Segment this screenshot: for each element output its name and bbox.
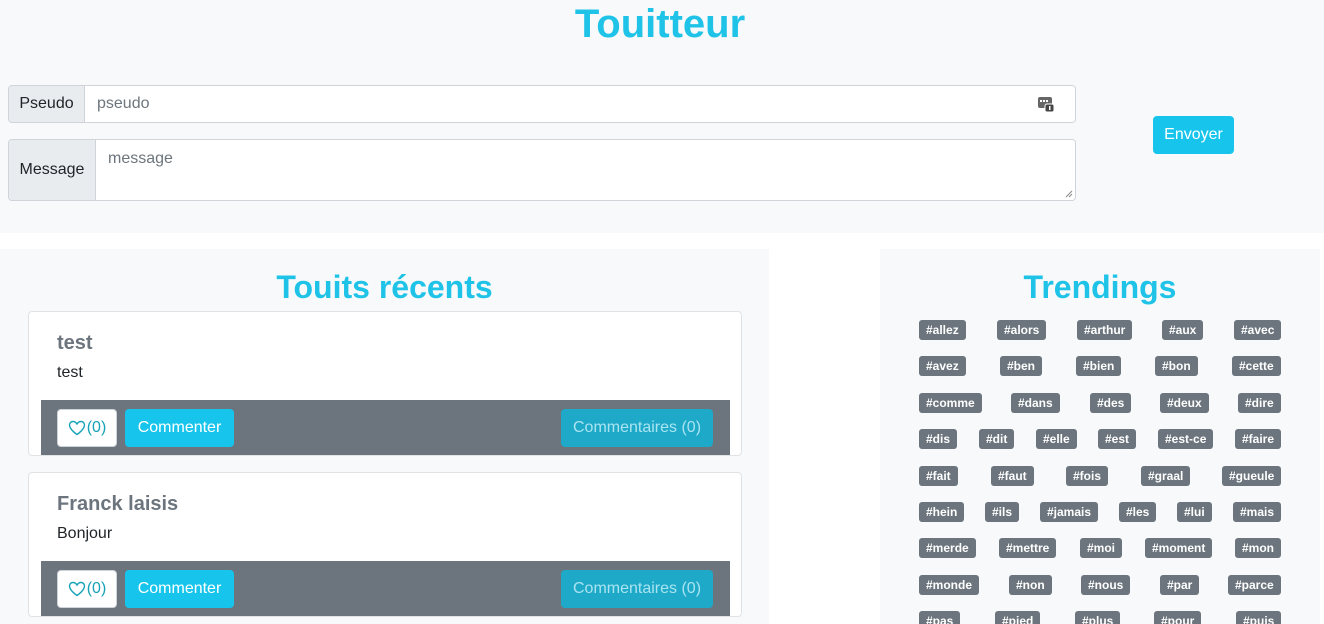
trending-tag[interactable]: #elle <box>1036 429 1077 449</box>
trending-tag[interactable]: #plus <box>1075 611 1121 624</box>
trending-tag[interactable]: #des <box>1090 393 1132 413</box>
trending-tag[interactable]: #comme <box>919 393 982 413</box>
trending-tag[interactable]: #lui <box>1177 502 1212 522</box>
touit-footer: (0) Commenter Commentaires (0) <box>41 400 730 455</box>
send-button[interactable]: Envoyer <box>1153 116 1234 154</box>
pseudo-input[interactable] <box>85 86 1075 122</box>
message-label: Message <box>9 140 96 200</box>
trending-tag[interactable]: #puis <box>1236 611 1282 624</box>
trending-tag[interactable]: #par <box>1160 575 1200 595</box>
comment-button[interactable]: Commenter <box>125 409 234 447</box>
trending-tag[interactable]: #est <box>1098 429 1137 449</box>
trending-tag[interactable]: #mettre <box>999 538 1057 558</box>
trending-tag[interactable]: #ben <box>1000 356 1043 376</box>
trending-tag[interactable]: #mais <box>1233 502 1282 522</box>
trending-tag[interactable]: #dit <box>979 429 1015 449</box>
pseudo-label: Pseudo <box>9 86 85 122</box>
trending-tag[interactable]: #nous <box>1081 575 1131 595</box>
app-title: Touitteur <box>574 2 746 46</box>
message-input-group: Message <box>8 139 1076 201</box>
trending-tag[interactable]: #dis <box>919 429 958 449</box>
trending-tag[interactable]: #merde <box>919 538 976 558</box>
touit-author: Franck laisis <box>57 493 179 515</box>
trending-tag[interactable]: #bien <box>1076 356 1122 376</box>
recent-touits-title: Touits récents <box>276 269 493 305</box>
trending-tag[interactable]: #moment <box>1145 538 1213 558</box>
trending-tag[interactable]: #ils <box>985 502 1020 522</box>
trending-tag[interactable]: #monde <box>919 575 980 595</box>
trending-tag[interactable]: #avec <box>1234 320 1282 340</box>
trending-tag[interactable]: #parce <box>1228 575 1281 595</box>
view-comments-button[interactable]: Commentaires (0) <box>561 570 713 608</box>
touit-message: test <box>57 364 83 381</box>
touit-card: Franck laisis Bonjour (0) Commenter Comm… <box>28 472 742 617</box>
like-count: (0) <box>86 580 107 597</box>
trending-tag[interactable]: #pour <box>1154 611 1202 624</box>
resize-handle-icon[interactable] <box>1065 190 1073 198</box>
trending-tag[interactable]: #est-ce <box>1158 429 1214 449</box>
trending-tag[interactable]: #dire <box>1238 393 1281 413</box>
trending-tag[interactable]: #jamais <box>1040 502 1099 522</box>
trending-tag[interactable]: #dans <box>1011 393 1060 413</box>
trending-tag[interactable]: #mon <box>1235 538 1282 558</box>
view-comments-button[interactable]: Commentaires (0) <box>561 409 713 447</box>
heart-icon <box>68 581 85 597</box>
trending-tag[interactable]: #cette <box>1232 356 1281 376</box>
trending-tag[interactable]: #fois <box>1066 466 1109 486</box>
trending-tag[interactable]: #pied <box>995 611 1041 624</box>
trending-tag[interactable]: #pas <box>919 611 961 624</box>
touit-author: test <box>57 332 93 354</box>
trending-tag[interactable]: #graal <box>1141 466 1191 486</box>
trending-tag[interactable]: #hein <box>919 502 965 522</box>
heart-icon <box>68 420 85 436</box>
message-textarea[interactable] <box>96 140 1075 200</box>
trendings-title: Trendings <box>1023 269 1177 305</box>
like-count: (0) <box>86 419 107 436</box>
trending-tag[interactable]: #aux <box>1162 320 1204 340</box>
trending-tag[interactable]: #bon <box>1155 356 1198 376</box>
touit-footer: (0) Commenter Commentaires (0) <box>41 561 730 616</box>
pseudo-input-group: Pseudo <box>8 85 1076 123</box>
trending-tag[interactable]: #deux <box>1160 393 1209 413</box>
touit-message: Bonjour <box>57 525 113 542</box>
trending-tag[interactable]: #non <box>1009 575 1052 595</box>
autofill-icon[interactable] <box>1037 95 1055 113</box>
trending-tag[interactable]: #alors <box>997 320 1047 340</box>
trending-tag[interactable]: #les <box>1119 502 1157 522</box>
trending-tag[interactable]: #moi <box>1080 538 1123 558</box>
like-button[interactable]: (0) <box>57 570 117 608</box>
trending-tag[interactable]: #arthur <box>1077 320 1133 340</box>
trending-tag[interactable]: #allez <box>919 320 966 340</box>
trending-tag[interactable]: #faire <box>1235 429 1282 449</box>
like-button[interactable]: (0) <box>57 409 117 447</box>
trending-tag[interactable]: #faut <box>991 466 1034 486</box>
trending-tag[interactable]: #avez <box>919 356 966 376</box>
touit-card: test test (0) Commenter Commentaires (0) <box>28 311 742 456</box>
comment-button[interactable]: Commenter <box>125 570 234 608</box>
trending-tag[interactable]: #gueule <box>1222 466 1282 486</box>
trending-tag[interactable]: #fait <box>919 466 958 486</box>
